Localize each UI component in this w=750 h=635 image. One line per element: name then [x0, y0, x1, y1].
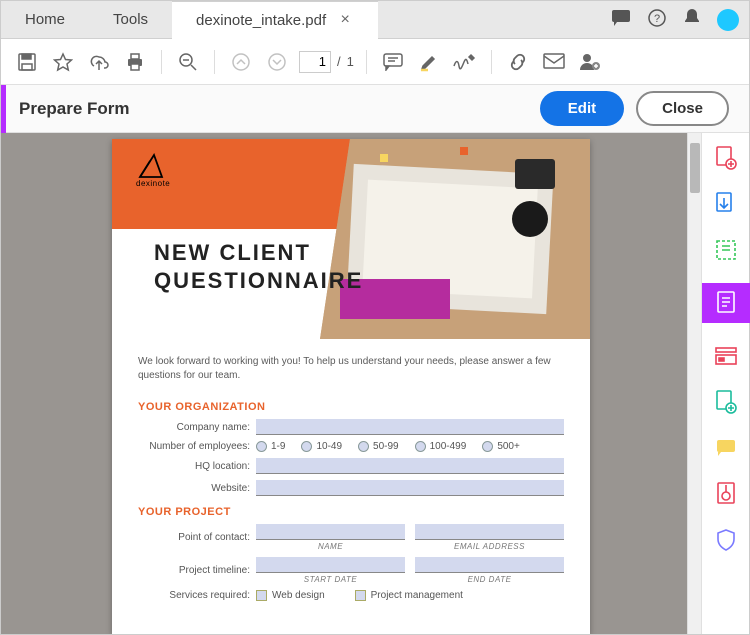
document-viewport: ▸ dexinote NEW CLIENT QUESTIONNAIRE We l… [1, 133, 701, 634]
close-tab-icon[interactable]: × [336, 11, 354, 29]
close-button[interactable]: Close [636, 91, 729, 126]
page-down-icon[interactable] [263, 48, 291, 76]
pdf-document: dexinote NEW CLIENT QUESTIONNAIRE We loo… [112, 139, 590, 634]
company-name-field[interactable] [256, 419, 564, 435]
link-icon[interactable] [504, 48, 532, 76]
tab-bar: Home Tools dexinote_intake.pdf × ? [1, 1, 749, 39]
cloud-upload-icon[interactable] [85, 48, 113, 76]
tab-home[interactable]: Home [1, 1, 89, 39]
zoom-icon[interactable] [174, 48, 202, 76]
website-field[interactable] [256, 480, 564, 496]
doc-title: NEW CLIENT QUESTIONNAIRE [154, 239, 363, 294]
radio-50-99[interactable]: 50-99 [358, 441, 399, 452]
tools-rail [701, 133, 749, 634]
comment-icon[interactable] [713, 435, 739, 461]
poc-name-field[interactable] [256, 524, 405, 540]
prepare-form-title: Prepare Form [19, 99, 130, 119]
canvas-area[interactable]: dexinote NEW CLIENT QUESTIONNAIRE We loo… [1, 133, 701, 634]
add-person-icon[interactable] [576, 48, 604, 76]
toolbar: / 1 [1, 39, 749, 85]
radio-10-49[interactable]: 10-49 [301, 441, 342, 452]
edit-pdf-icon[interactable] [713, 237, 739, 263]
page-number-input[interactable] [299, 51, 331, 73]
comment-bubble-icon[interactable] [611, 9, 631, 32]
intro-text: We look forward to working with you! To … [138, 355, 564, 383]
page-indicator: / 1 [299, 51, 354, 73]
poc-email-field[interactable] [415, 524, 564, 540]
check-web-design[interactable]: Web design [256, 590, 325, 601]
end-date-field[interactable] [415, 557, 564, 573]
star-icon[interactable] [49, 48, 77, 76]
tab-document[interactable]: dexinote_intake.pdf × [172, 1, 378, 39]
save-icon[interactable] [13, 48, 41, 76]
prepare-form-bar: Prepare Form Edit Close [1, 85, 749, 133]
page-up-icon[interactable] [227, 48, 255, 76]
compress-icon[interactable] [713, 481, 739, 507]
sign-icon[interactable] [451, 48, 479, 76]
radio-1-9[interactable]: 1-9 [256, 441, 285, 452]
print-icon[interactable] [121, 48, 149, 76]
start-date-field[interactable] [256, 557, 405, 573]
doc-hero: dexinote NEW CLIENT QUESTIONNAIRE [112, 139, 590, 339]
section-organization: YOUR ORGANIZATION [138, 401, 564, 413]
combine-icon[interactable] [713, 389, 739, 415]
check-project-mgmt[interactable]: Project management [355, 590, 463, 601]
create-pdf-icon[interactable] [713, 145, 739, 171]
page-total: 1 [347, 54, 354, 69]
accent-stripe [1, 85, 6, 133]
prepare-form-icon[interactable] [702, 283, 750, 323]
user-avatar[interactable] [717, 9, 739, 31]
tab-document-label: dexinote_intake.pdf [196, 12, 326, 29]
scroll-thumb[interactable] [690, 143, 700, 193]
protect-icon[interactable] [713, 527, 739, 553]
hq-location-field[interactable] [256, 458, 564, 474]
organize-icon[interactable] [713, 343, 739, 369]
help-icon[interactable]: ? [647, 8, 667, 33]
tab-tools[interactable]: Tools [89, 1, 172, 39]
radio-100-499[interactable]: 100-499 [415, 441, 467, 452]
employees-radio-group: 1-9 10-49 50-99 100-499 500+ [256, 441, 564, 452]
brand-logo: dexinote [136, 153, 170, 188]
section-project: YOUR PROJECT [138, 506, 564, 518]
highlight-icon[interactable] [415, 48, 443, 76]
notification-bell-icon[interactable] [683, 8, 701, 33]
email-icon[interactable] [540, 48, 568, 76]
vertical-scrollbar[interactable] [687, 133, 701, 634]
svg-text:?: ? [654, 13, 660, 25]
comment-tool-icon[interactable] [379, 48, 407, 76]
export-pdf-icon[interactable] [713, 191, 739, 217]
radio-500plus[interactable]: 500+ [482, 441, 520, 452]
edit-button[interactable]: Edit [540, 91, 624, 126]
